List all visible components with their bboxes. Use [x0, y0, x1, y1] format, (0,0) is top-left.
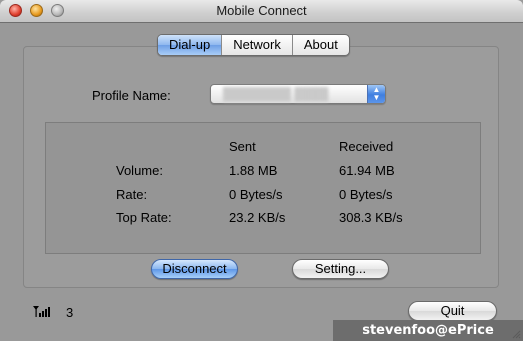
top-rate-sent-value: 23.2 KB/s: [229, 210, 286, 225]
rate-label: Rate:: [116, 187, 148, 202]
top-rate-received-value: 308.3 KB/s: [339, 210, 403, 225]
profile-name-label: Profile Name:: [92, 88, 171, 103]
resize-grip-icon[interactable]: [511, 329, 521, 339]
tab-about[interactable]: About: [293, 35, 349, 55]
disconnect-button[interactable]: Disconnect: [151, 259, 238, 279]
window-title: Mobile Connect: [216, 3, 307, 18]
profile-name-value-blurred: ████████ ████: [223, 87, 329, 101]
tab-bar: Dial-up Network About: [157, 34, 350, 56]
profile-name-select[interactable]: ████████ ████ ▲ ▼: [210, 84, 386, 104]
select-stepper-icon: ▲ ▼: [367, 85, 385, 103]
received-column-header: Received: [339, 139, 394, 154]
sent-column-header: Sent: [229, 139, 256, 154]
signal-level: 3: [66, 305, 74, 320]
watermark-credit: stevenfoo@ePrice: [333, 320, 523, 341]
tab-dial-up[interactable]: Dial-up: [158, 35, 223, 55]
volume-received-value: 61.94 MB: [339, 163, 395, 178]
rate-received-value: 0 Bytes/s: [339, 187, 393, 202]
volume-label: Volume:: [116, 163, 163, 178]
volume-sent-value: 1.88 MB: [229, 163, 278, 178]
tab-network[interactable]: Network: [222, 35, 293, 55]
setting-button[interactable]: Setting...: [292, 259, 389, 279]
app-window: Mobile Connect Dial-up Network About Pro…: [0, 0, 523, 341]
title-bar[interactable]: Mobile Connect: [0, 0, 523, 23]
top-rate-label: Top Rate:: [116, 210, 172, 225]
rate-sent-value: 0 Bytes/s: [229, 187, 283, 202]
quit-button[interactable]: Quit: [408, 301, 497, 321]
signal-bars-icon: [33, 306, 50, 317]
